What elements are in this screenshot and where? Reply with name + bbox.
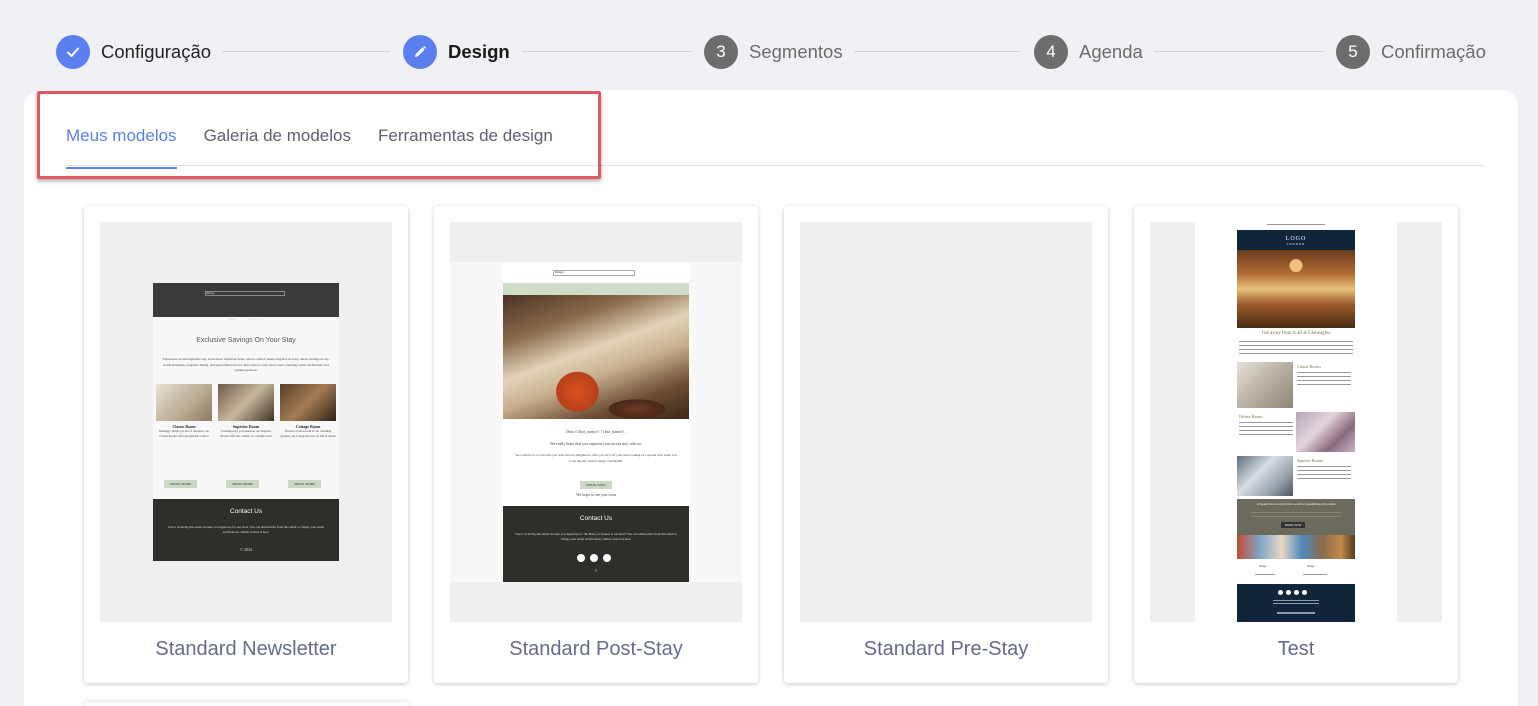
template-card-standard-pre-stay[interactable]: Standard Pre-Stay [784, 206, 1108, 683]
preview-intro: Experience an unforgettable stay in the … [162, 357, 330, 372]
step-agenda[interactable]: 4 Agenda [1034, 35, 1143, 69]
step-label: Agenda [1079, 41, 1143, 62]
preview-greeting: Dear {{first_name}} {{last_name}}, [566, 429, 626, 434]
preview-show-more-button: SHOW MORE [226, 480, 260, 488]
preview-contact-item: Image [1307, 564, 1315, 568]
instagram-icon [1294, 590, 1299, 595]
template-thumbnail [800, 222, 1092, 622]
preview-room-photo [503, 295, 689, 419]
preview-contact-item: Image [1259, 564, 1267, 568]
step-design[interactable]: Design [403, 35, 510, 69]
preview-heading: Exclusive Savings On Your Stay [196, 337, 296, 344]
pencil-icon [403, 35, 437, 69]
preview-room-text: Situated at the bottom of our charming g… [280, 429, 336, 438]
stepper-connector [522, 51, 692, 52]
preview-footer-title: Contact Us [229, 508, 263, 515]
design-panel: Meus modelos Galeria de modelos Ferramen… [24, 90, 1518, 706]
preview-sign-off: We hope to see you soon [576, 492, 616, 497]
step-label: Confirmação [1381, 41, 1486, 62]
template-name: Standard Pre-Stay [863, 638, 1029, 660]
template-name: Standard Newsletter [155, 638, 337, 660]
step-confirmacao[interactable]: 5 Confirmação [1336, 35, 1486, 69]
template-card-standard-post-stay[interactable]: Image Home Book Now Dear {{first_name}} … [434, 206, 758, 683]
preview-banner: A Stone's throw away from a world of pos… [1237, 499, 1355, 535]
preview-footer-title: Contact Us [579, 515, 613, 522]
tab-ferramentas-de-design[interactable]: Ferramentas de design [378, 112, 553, 168]
template-card-next-row[interactable] [84, 702, 408, 706]
step-number: 3 [704, 35, 738, 69]
preview-copyright: © 2024 [239, 547, 253, 552]
test-preview: LOGO LONDON Get away from it all at Glen… [1237, 222, 1355, 622]
facebook-icon [577, 554, 585, 562]
tab-galeria-de-modelos[interactable]: Galeria de modelos [204, 112, 351, 168]
preview-footer [1237, 584, 1355, 622]
instagram-icon [603, 554, 611, 562]
template-thumbnail: LOGO LONDON Get away from it all at Glen… [1150, 222, 1442, 622]
step-number: 4 [1034, 35, 1068, 69]
preview-heading: Get away from it all at Gleneagles [1261, 331, 1331, 336]
step-number: 5 [1336, 35, 1370, 69]
preview-show-more-button: SHOW MORE [164, 480, 198, 488]
preview-logo-sub: LONDON [1286, 242, 1306, 246]
facebook-icon [1278, 590, 1283, 595]
stepper-connector [222, 51, 390, 52]
preview-image-label: Image [206, 291, 215, 295]
preview-nav-item: Book Now [248, 317, 264, 321]
template-name: Test [1277, 638, 1315, 660]
preview-copyright: © [594, 568, 598, 573]
step-label: Configuração [101, 41, 212, 62]
preview-room-text: Contemporary yet luxurious, our Superior… [220, 429, 272, 438]
twitter-icon [590, 554, 598, 562]
step-label: Design [448, 41, 510, 62]
template-card-test[interactable]: LOGO LONDON Get away from it all at Glen… [1134, 206, 1458, 683]
checkmark-icon [56, 35, 90, 69]
preview-footer: Contact Us You're receiving this email b… [153, 499, 339, 561]
twitter-icon [1286, 590, 1291, 595]
template-tabs: Meus modelos Galeria de modelos Ferramen… [66, 112, 580, 169]
preview-lobby-photo [1237, 250, 1355, 328]
stepper-connector [854, 51, 1020, 52]
preview-room-title: Classic Rooms [1297, 364, 1321, 369]
preview-image-label: Image [555, 270, 564, 274]
campaign-stepper: Configuração Design 3 Segmentos 4 Agenda… [0, 0, 1538, 90]
preview-banner-button: BOOK NOW [1281, 522, 1306, 528]
step-configuracao[interactable]: Configuração [56, 35, 211, 69]
preview-show-more-button: SHOW MORE [288, 480, 322, 488]
preview-book-now-button: BOOK NOW [580, 481, 612, 489]
post-stay-preview: Image Home Book Now Dear {{first_name}} … [503, 262, 689, 582]
template-thumbnail: Image Home Book Now Exclusive Savings On… [100, 222, 392, 622]
stepper-connector [1154, 51, 1324, 52]
preview-gallery [1237, 535, 1355, 559]
preview-nav-item: Home [228, 317, 237, 321]
template-name: Standard Post-Stay [509, 638, 683, 660]
preview-footer-text: You're receiving this email because you … [514, 532, 678, 541]
step-label: Segmentos [749, 41, 843, 62]
preview-footer-text: You're receiving this email because you … [167, 525, 325, 534]
preview-text: We really hope that you enjoyed your rec… [550, 441, 642, 446]
preview-room-title: Deluxe Rooms [1239, 414, 1263, 419]
tab-meus-modelos[interactable]: Meus modelos [66, 112, 177, 169]
step-segmentos[interactable]: 3 Segmentos [704, 35, 843, 69]
newsletter-preview: Image Home Book Now Exclusive Savings On… [153, 283, 339, 561]
template-thumbnail: Image Home Book Now Dear {{first_name}} … [450, 222, 742, 622]
linkedin-icon [1302, 590, 1307, 595]
template-card-standard-newsletter[interactable]: Image Home Book Now Exclusive Savings On… [84, 206, 408, 683]
preview-header: LOGO LONDON [1237, 230, 1355, 250]
preview-room-text: Strikingly simple yet full of character,… [158, 429, 210, 438]
preview-text: We would love to welcome you back and ar… [515, 453, 677, 463]
preview-banner-text: A Stone's throw away from a world of pos… [1256, 502, 1336, 506]
tabs-divider [66, 165, 1484, 166]
preview-footer: Contact Us You're receiving this email b… [503, 506, 689, 582]
preview-room-title: Superior Rooms [1297, 458, 1324, 463]
